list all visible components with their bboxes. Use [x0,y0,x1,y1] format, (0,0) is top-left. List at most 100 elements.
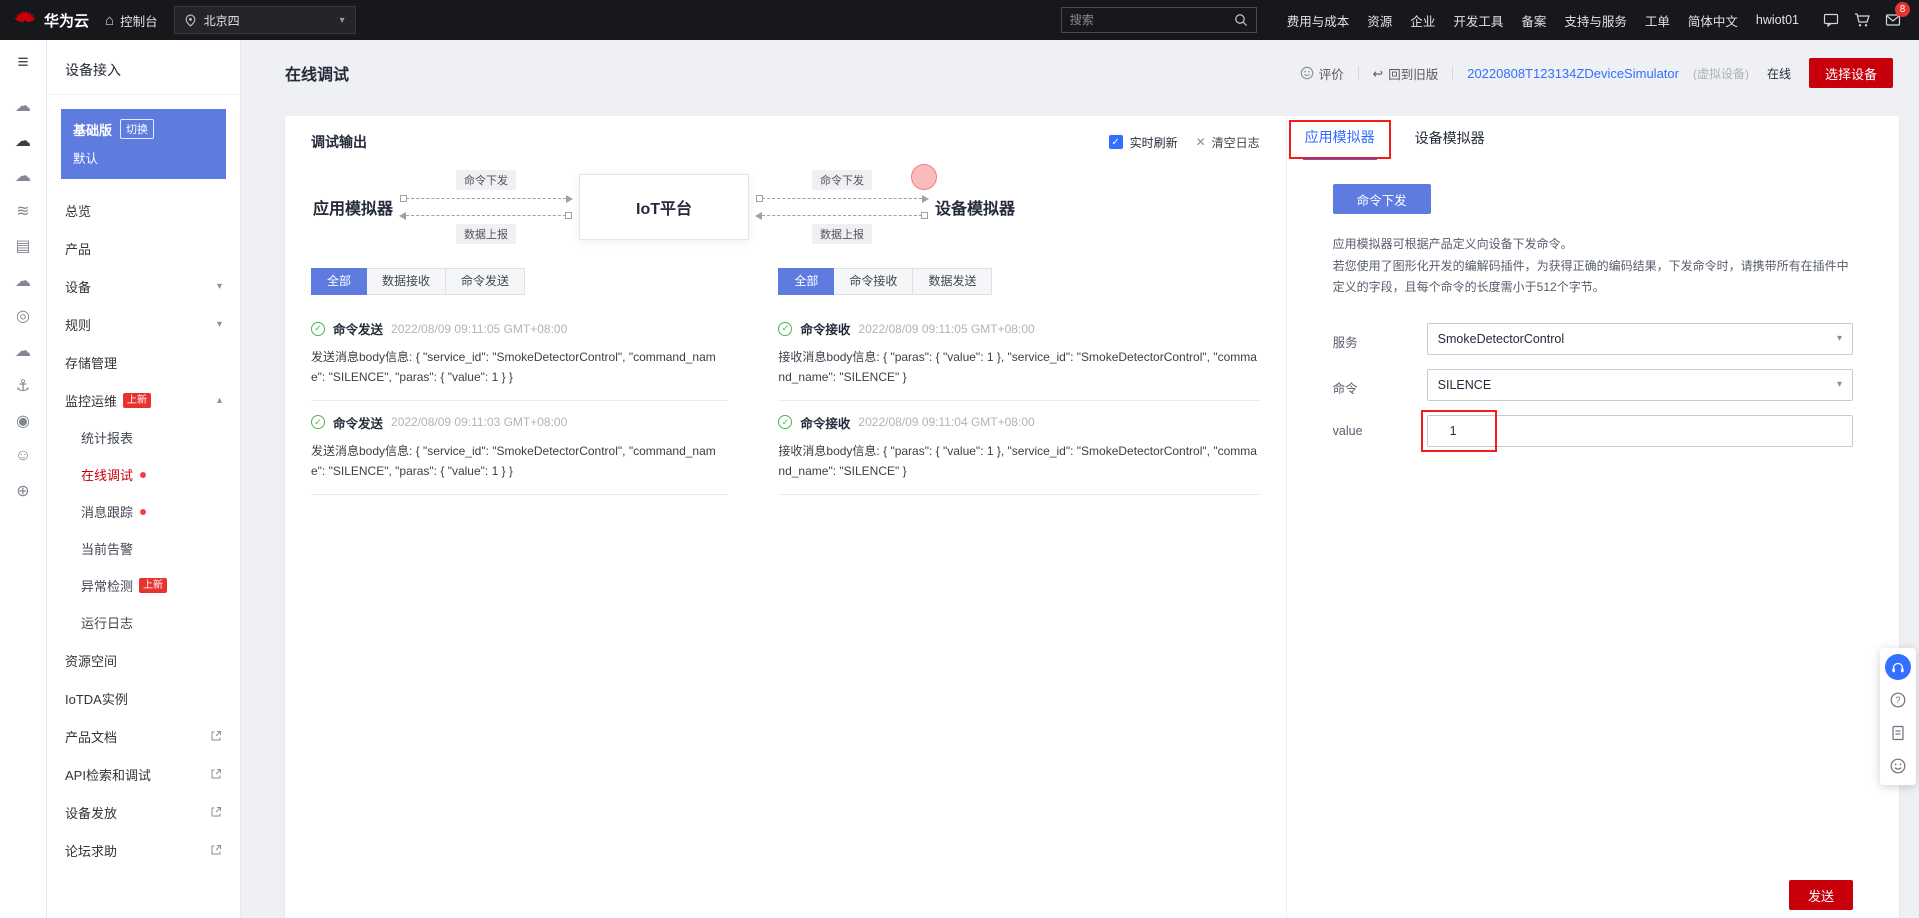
globe-icon[interactable]: ⊕ [0,473,46,508]
topbar-link-devtools[interactable]: 开发工具 [1453,11,1503,30]
user-service-icon[interactable]: ☺ [0,438,46,473]
tab-device-simulator[interactable]: 设备模拟器 [1413,116,1487,160]
document-icon[interactable]: ▤ [0,228,46,263]
topbar-link-support[interactable]: 支持与服务 [1564,11,1627,30]
value-input[interactable] [1426,414,1853,447]
sidebar-item-storage[interactable]: 存储管理 [47,343,240,381]
sidebar-item-label: 产品 [65,241,92,257]
realtime-refresh-toggle[interactable]: ✓ 实时刷新 [1108,134,1178,151]
sidebar-subitem-alarms[interactable]: 当前告警 [47,530,240,567]
sidebar-item-monitoring[interactable]: 监控运维 上新 ▴ [47,381,240,419]
sidebar-item-label: 规则 [65,317,92,333]
username[interactable]: hwiot01 [1756,13,1799,27]
sidebar-subitem-anomaly-detection[interactable]: 异常检测 上新 [47,567,240,604]
log-tab-all[interactable]: 全部 [778,268,835,295]
sidebar-subitem-online-debug[interactable]: 在线调试 [47,456,240,493]
topbar-link-icp[interactable]: 备案 [1521,11,1546,30]
search-input[interactable] [1069,13,1228,27]
chevron-down-icon: ▾ [339,14,345,26]
topbar-search [1060,7,1257,33]
sidebar-subitem-run-logs[interactable]: 运行日志 [47,604,240,641]
sidebar-item-resource-space[interactable]: 资源空间 [47,641,240,679]
sidebar-item-label: API检索和调试 [65,767,151,783]
cloud-service-icon-2[interactable]: ☁ [0,123,46,158]
console-home-link[interactable]: ⌂ 控制台 [105,11,158,30]
help-icon[interactable]: ? [1885,687,1911,713]
sidebar-link-device-provisioning[interactable]: 设备发放 [47,793,240,831]
simulator-description: 应用模拟器可根据产品定义向设备下发命令。 若您使用了图形化开发的编解码插件，为获… [1332,237,1849,295]
feedback-smiley-icon[interactable] [1885,753,1911,779]
sidebar-item-devices[interactable]: 设备 ▾ [47,267,240,305]
topbar-link-resources[interactable]: 资源 [1367,11,1392,30]
realtime-refresh-checkbox[interactable]: ✓ [1108,135,1123,149]
log-body: 接收消息body信息: { "paras": { "value": 1 }, "… [778,350,1257,385]
cloud-service-icon-3[interactable]: ☁ [0,158,46,193]
app-simulator-content: 命令下发 应用模拟器可根据产品定义向设备下发命令。 若您使用了图形化开发的编解码… [1287,160,1899,918]
device-log-panel: 全部 命令接收 数据发送 ✓ 命令接收 2022/08/09 09:11:05 … [778,268,1260,495]
clear-logs-button[interactable]: ✕ 清空日志 [1196,134,1260,151]
customer-support-icon[interactable] [1885,654,1911,680]
success-check-icon: ✓ [778,321,793,336]
log-tab-all[interactable]: 全部 [311,268,368,295]
new-badge: 上新 [123,392,152,408]
region-selector[interactable]: 北京四 ▾ [173,6,356,34]
log-tab-command-sent[interactable]: 命令发送 [446,268,526,295]
log-entry: ✓ 命令发送 2022/08/09 09:11:03 GMT+08:00 发送消… [311,401,729,495]
flow-arrows-right: 命令下发 数据上报 [755,170,930,244]
notification-badge: 8 [1895,2,1910,17]
topbar-link-enterprise[interactable]: 企业 [1410,11,1435,30]
sidebar-subitem-message-trace[interactable]: 消息跟踪 [47,493,240,530]
circle-service-icon[interactable]: ◎ [0,298,46,333]
external-link-icon [210,768,222,780]
topbar-link-language[interactable]: 简体中文 [1688,11,1738,30]
sidebar-item-products[interactable]: 产品 [47,229,240,267]
command-select[interactable]: SILENCE ▾ [1426,368,1853,401]
command-delivery-button[interactable]: 命令下发 [1332,184,1431,214]
back-to-old-version-button[interactable]: ↩ 回到旧版 [1373,64,1439,83]
topbar-link-tickets[interactable]: 工单 [1645,11,1670,30]
huawei-cloud-logo[interactable]: 华为云 [14,9,89,31]
topbar-link-billing[interactable]: 费用与成本 [1287,11,1350,30]
mail-icon[interactable]: 8 [1885,2,1910,28]
sidebar-link-forum[interactable]: 论坛求助 [47,831,240,869]
search-icon[interactable] [1234,13,1248,27]
cloud-service-icon-5[interactable]: ☁ [0,333,46,368]
message-icon[interactable] [1823,12,1839,28]
cart-icon[interactable] [1854,12,1870,28]
sidebar-item-label: 总览 [65,203,92,219]
service-select[interactable]: SmokeDetectorControl ▾ [1426,322,1853,355]
sidebar-link-product-docs[interactable]: 产品文档 [47,717,240,755]
sidebar-item-label: 设备 [65,279,92,295]
switch-edition-button[interactable]: 切换 [120,119,155,139]
select-device-button[interactable]: 选择设备 [1808,58,1893,88]
send-button[interactable]: 发送 [1788,880,1853,910]
log-tab-data-sent[interactable]: 数据发送 [913,268,993,295]
log-time: 2022/08/09 09:11:03 GMT+08:00 [391,415,568,430]
sidebar-link-api-explorer[interactable]: API检索和调试 [47,755,240,793]
feedback-button[interactable]: 评价 [1300,64,1344,83]
anchor-icon[interactable]: ⚓ [0,368,46,403]
return-arrow-icon: ↩ [1372,66,1384,81]
log-tab-command-received[interactable]: 命令接收 [834,268,914,295]
sidebar-item-overview[interactable]: 总览 [47,191,240,229]
cloud-service-icon-4[interactable]: ☁ [0,263,46,298]
survey-icon[interactable] [1885,720,1911,746]
sidebar-item-iotda-instance[interactable]: IoTDA实例 [47,679,240,717]
chevron-down-icon: ▾ [216,280,222,292]
success-check-icon: ✓ [311,415,325,430]
command-label: 命令 [1332,381,1358,396]
waves-icon[interactable]: ≋ [0,193,46,228]
sidebar-item-rules[interactable]: 规则 ▾ [47,305,240,343]
device-name-link[interactable]: 20220808T123134ZDeviceSimulator [1467,66,1679,81]
log-tab-data-received[interactable]: 数据接收 [367,268,447,295]
target-icon[interactable]: ◉ [0,403,46,438]
menu-icon[interactable]: ≡ [17,52,28,74]
data-up-label: 数据上报 [812,224,873,244]
sidebar-subitem-reports[interactable]: 统计报表 [47,419,240,456]
cloud-service-icon-1[interactable]: ☁ [0,88,46,123]
device-simulator-node: 设备模拟器 [935,201,1016,218]
flow-arrows-left: 命令下发 数据上报 [399,170,574,244]
main-content: 在线调试 评价 ↩ 回到旧版 20220808T123134ZDeviceSim… [241,40,1919,918]
tab-app-simulator[interactable]: 应用模拟器 [1288,116,1391,160]
sidebar-item-label: 在线调试 [81,468,134,483]
